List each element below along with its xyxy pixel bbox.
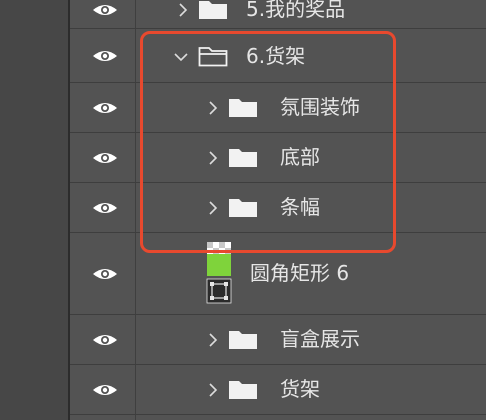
eye-icon[interactable] bbox=[92, 383, 118, 397]
chevron-down-icon[interactable] bbox=[174, 50, 188, 64]
eye-icon[interactable] bbox=[92, 49, 118, 63]
chevron-right-icon[interactable] bbox=[176, 3, 190, 17]
chevron-right-icon[interactable] bbox=[206, 101, 220, 115]
folder-icon bbox=[199, 1, 227, 19]
eye-icon[interactable] bbox=[92, 201, 118, 215]
folder-icon bbox=[229, 149, 257, 167]
folder-open-icon bbox=[198, 47, 228, 67]
layer-name: 条幅 bbox=[280, 195, 320, 219]
layer-row[interactable]: 货架 bbox=[70, 365, 486, 415]
layer-name: 盲盒展示 bbox=[280, 327, 360, 351]
layer-row[interactable]: 条幅 bbox=[70, 183, 486, 233]
chevron-right-icon[interactable] bbox=[206, 151, 220, 165]
eye-icon[interactable] bbox=[92, 267, 118, 281]
left-toolbar-strip bbox=[0, 0, 68, 420]
layer-row[interactable]: 盲盒展示 bbox=[70, 315, 486, 365]
folder-icon bbox=[229, 381, 257, 399]
layer-name: 圆角矩形 6 bbox=[250, 261, 350, 285]
layer-row[interactable]: 底部 bbox=[70, 133, 486, 183]
layer-row[interactable]: 氛围装饰 bbox=[70, 83, 486, 133]
layer-row[interactable]: 6.货架 bbox=[70, 29, 486, 83]
layer-name: 底部 bbox=[280, 145, 320, 169]
layer-row[interactable]: 圆角矩形 6 bbox=[70, 233, 486, 315]
chevron-right-icon[interactable] bbox=[206, 333, 220, 347]
eye-icon[interactable] bbox=[92, 101, 118, 115]
layer-name: 货架 bbox=[280, 377, 320, 401]
layer-name: 6.货架 bbox=[246, 44, 306, 68]
folder-icon bbox=[229, 199, 257, 217]
layer-thumbnail bbox=[206, 242, 232, 304]
layer-row[interactable]: 5.我的奖品 bbox=[70, 0, 486, 29]
layer-name: 氛围装饰 bbox=[280, 95, 360, 119]
eye-icon[interactable] bbox=[92, 333, 118, 347]
eye-icon[interactable] bbox=[92, 3, 118, 17]
folder-icon bbox=[229, 331, 257, 349]
layer-name: 5.我的奖品 bbox=[246, 0, 346, 21]
chevron-right-icon[interactable] bbox=[206, 201, 220, 215]
chevron-right-icon[interactable] bbox=[206, 383, 220, 397]
folder-icon bbox=[229, 99, 257, 117]
eye-icon[interactable] bbox=[92, 151, 118, 165]
